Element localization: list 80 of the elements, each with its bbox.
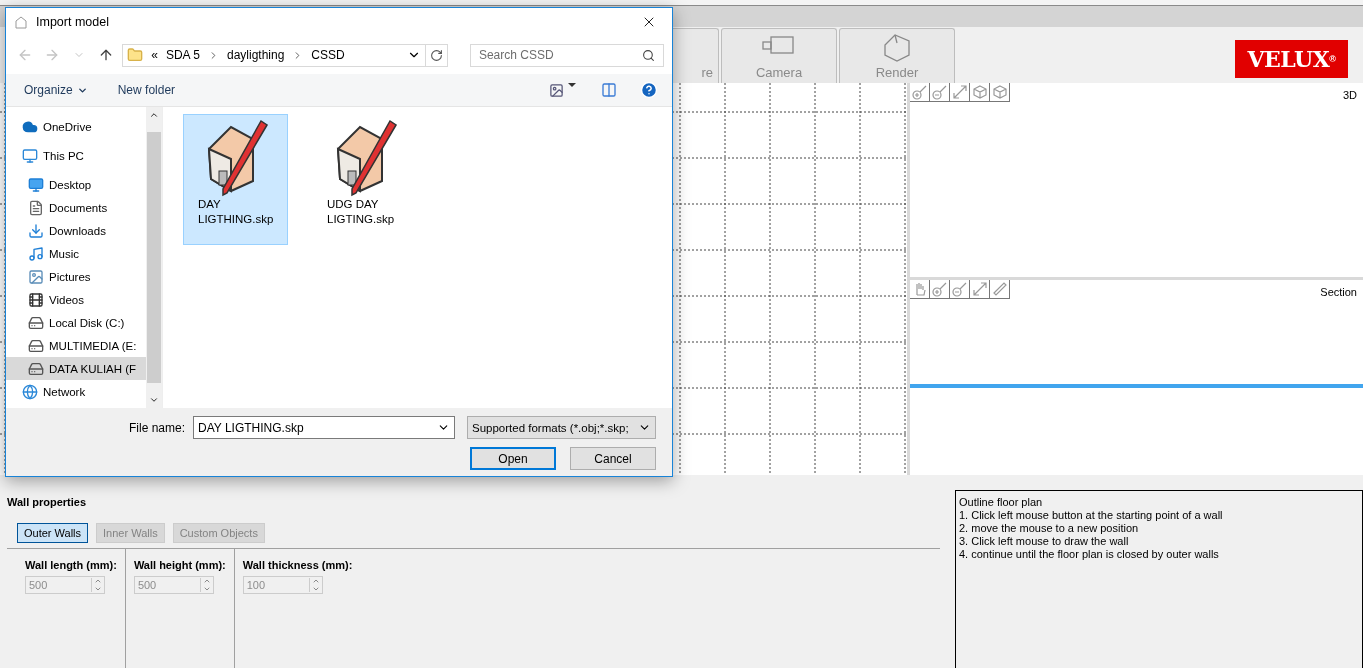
- spin-down-icon: [311, 585, 320, 593]
- ruler-icon[interactable]: [990, 280, 1010, 299]
- chevron-down-icon: [149, 395, 159, 405]
- file-name-field[interactable]: DAY LIGTHING.skp: [193, 416, 455, 439]
- caret-icon: [567, 82, 576, 87]
- field-label: File name:: [128, 420, 185, 435]
- network-icon: [22, 383, 38, 400]
- nav-item[interactable]: Downloads: [6, 219, 146, 242]
- dialog-button[interactable]: Cancel: [570, 447, 656, 470]
- nav-item[interactable]: Music: [6, 242, 146, 265]
- nav-item[interactable]: Videos: [6, 288, 146, 311]
- drive-icon: [28, 337, 44, 354]
- breadcrumb-overflow[interactable]: «: [151, 48, 158, 62]
- instruction-line: 4. continue until the floor plan is closed by outer walls: [959, 548, 1220, 561]
- zoom-out-icon[interactable]: [930, 83, 950, 102]
- document-icon: [28, 199, 44, 216]
- panes-icon: [601, 82, 617, 98]
- view-label: Section: [1320, 286, 1357, 298]
- download-icon: [28, 222, 44, 239]
- nav-item[interactable]: Local Disk (C:): [6, 311, 146, 334]
- help-icon: [640, 81, 658, 99]
- dialog-title: Import model: [36, 15, 109, 29]
- dialog-button[interactable]: Open: [470, 447, 556, 470]
- folder-icon: [127, 47, 144, 63]
- instruction-line: 1. Click left mouse button at the starting point of a wall: [959, 509, 1224, 522]
- spin-up-icon: [311, 577, 320, 585]
- breadcrumb[interactable]: dayligthing: [226, 48, 285, 62]
- picture-icon: [548, 82, 564, 98]
- hand-icon[interactable]: [910, 280, 930, 299]
- scrollbar[interactable]: [146, 107, 162, 408]
- fit-icon[interactable]: [970, 280, 990, 299]
- spin-up-icon: [94, 577, 102, 585]
- field-label: Wall length (mm):: [25, 559, 117, 571]
- search-field[interactable]: Search CSSD: [469, 43, 665, 67]
- field-label: Wall height (mm):: [133, 559, 226, 571]
- zoom-out-icon[interactable]: [950, 280, 970, 299]
- nav-item[interactable]: Documents: [6, 196, 146, 219]
- logo: VELUX$^{®}$: [1235, 40, 1348, 78]
- field-label: Wall thickness (mm):: [242, 559, 353, 571]
- drive-icon: [28, 314, 44, 331]
- view-label: 3D: [1342, 89, 1357, 101]
- nav-item[interactable]: OneDrive: [6, 115, 146, 138]
- cube-icon[interactable]: [990, 83, 1010, 102]
- fit-icon[interactable]: [950, 83, 970, 102]
- monitor-icon: [22, 147, 38, 164]
- nav-item[interactable]: Desktop: [6, 173, 146, 196]
- app-icon: [14, 15, 28, 29]
- spin-down-icon: [94, 585, 102, 593]
- nav-item[interactable]: MULTIMEDIA (E:: [6, 334, 146, 357]
- music-note-icon: [28, 245, 44, 262]
- desktop-icon: [28, 176, 44, 193]
- file-item[interactable]: DAY LIGTHING.skp: [183, 114, 288, 245]
- section-title: Wall properties: [7, 496, 88, 508]
- cube-icon[interactable]: [970, 83, 990, 102]
- instruction-line: 3. Click left mouse to draw the wall: [959, 535, 1130, 548]
- chevron-up-icon: [149, 110, 159, 120]
- film-icon: [28, 291, 44, 308]
- drive-icon: [28, 360, 44, 377]
- zoom-in-icon[interactable]: [910, 83, 930, 102]
- file-type-dropdown[interactable]: Supported formats (*.obj;*.skp;: [467, 416, 656, 439]
- nav-item[interactable]: This PC: [6, 144, 146, 167]
- zoom-in-icon[interactable]: [930, 280, 950, 299]
- nav-item[interactable]: Network: [6, 380, 146, 403]
- file-item[interactable]: UDG DAY LIGTING.skp: [312, 114, 417, 245]
- new-folder-button[interactable]: New folder: [117, 83, 176, 97]
- nav-item[interactable]: DATA KULIAH (F: [6, 357, 146, 380]
- breadcrumb[interactable]: SDA 5: [165, 48, 200, 62]
- organize-menu[interactable]: Organize: [24, 83, 88, 97]
- address-bar[interactable]: « SDA 5 dayligthing CSSD: [122, 43, 448, 67]
- spin-down-icon: [202, 585, 211, 593]
- search-icon: [642, 48, 656, 62]
- breadcrumb[interactable]: CSSD: [311, 48, 345, 62]
- refresh-icon: [429, 48, 443, 62]
- instruction-line: 2. move the mouse to a new position: [959, 522, 1140, 535]
- picture-icon: [28, 268, 44, 285]
- nav-item[interactable]: Pictures: [6, 265, 146, 288]
- help-button[interactable]: [638, 81, 660, 99]
- instruction-line: Outline floor plan: [959, 496, 1044, 509]
- spin-up-icon: [202, 577, 211, 585]
- wall-type-tab[interactable]: Outer Walls: [17, 523, 89, 543]
